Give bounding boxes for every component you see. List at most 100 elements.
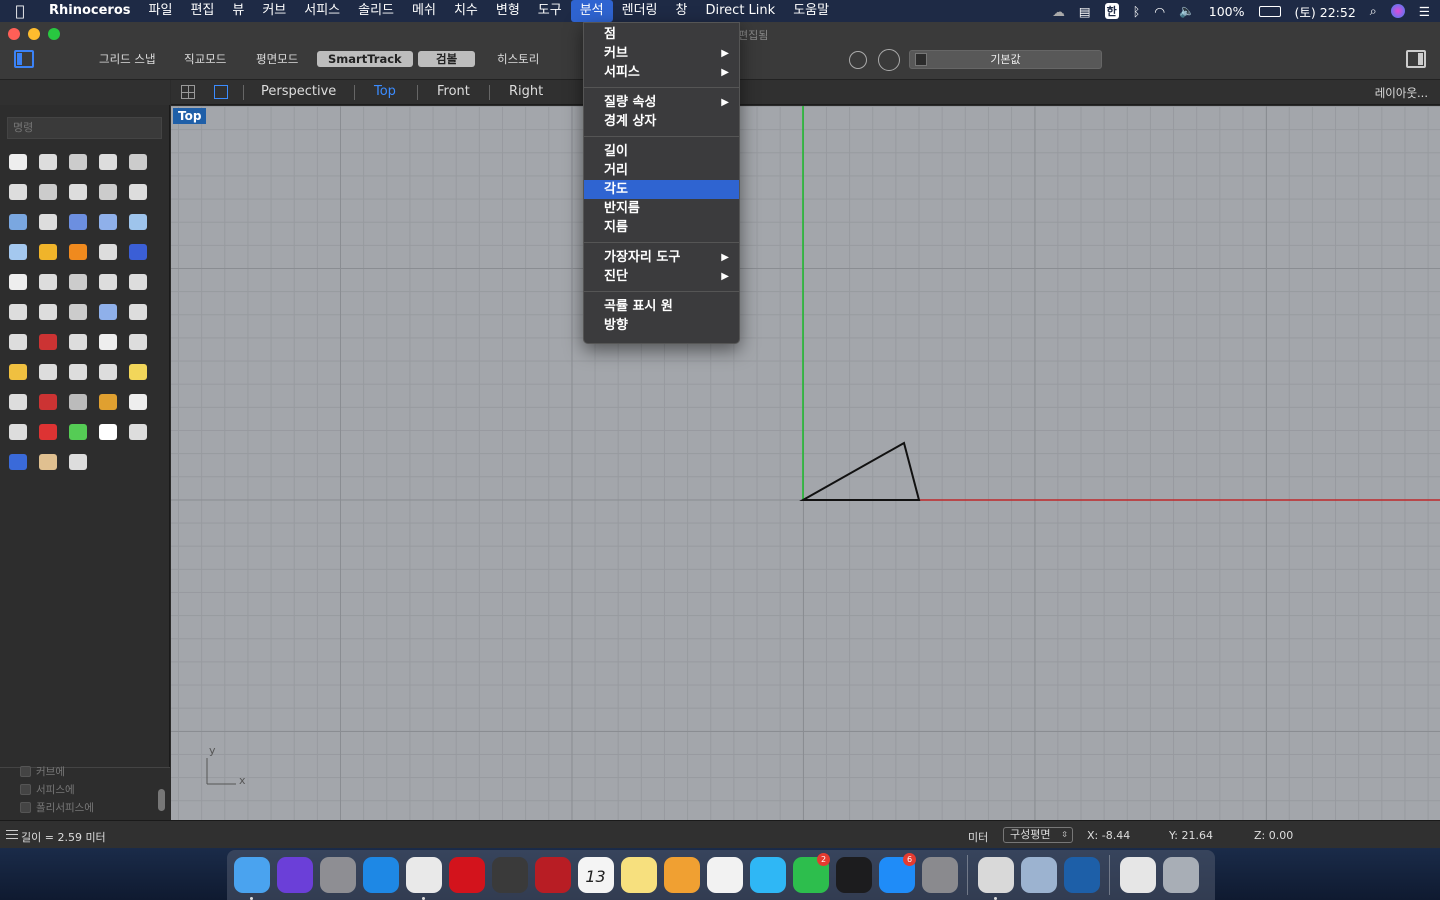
zoom-selected-icon[interactable] — [123, 357, 153, 387]
planar-toggle[interactable]: 평면모드 — [256, 51, 298, 67]
tab-right[interactable]: Right — [509, 84, 543, 99]
input-method-indicator[interactable]: 한 — [1104, 3, 1119, 19]
cylinder-icon[interactable] — [123, 207, 153, 237]
smarttrack-toggle[interactable]: SmartTrack — [317, 51, 413, 67]
filter-polysurfaces[interactable]: 폴리서피스에 — [20, 800, 94, 815]
layout-button[interactable]: 레이아웃... — [1375, 85, 1428, 101]
menu-item-10[interactable]: 도구 — [529, 0, 571, 22]
group-icon[interactable] — [3, 267, 33, 297]
notification-center-icon[interactable]: ☰ — [1419, 4, 1430, 19]
analyze-menu-item[interactable]: 곡률 표시 원 — [584, 297, 739, 316]
rect-plane-icon[interactable] — [63, 177, 93, 207]
analyze-menu-item[interactable]: 방향 — [584, 316, 739, 335]
dock-facetime-icon[interactable]: 2 — [789, 853, 832, 897]
dock-preview-icon[interactable] — [1017, 853, 1060, 897]
analyze-menu-item[interactable]: 질량 속성 ▶ — [584, 93, 739, 112]
dock-notes-icon[interactable] — [617, 853, 660, 897]
zoom-extents-icon[interactable] — [93, 357, 123, 387]
zoom-window-button[interactable] — [48, 28, 60, 40]
join-icon[interactable] — [123, 237, 153, 267]
menu-item-9[interactable]: 변형 — [487, 0, 529, 22]
dock-pages-icon[interactable] — [660, 853, 703, 897]
solid-icon[interactable] — [93, 297, 123, 327]
array-icon[interactable] — [33, 297, 63, 327]
polygon-icon[interactable] — [33, 177, 63, 207]
dock-finder-icon[interactable] — [230, 853, 273, 900]
analyze-menu-item[interactable]: 진단 ▶ — [584, 267, 739, 286]
dock-photos-icon[interactable] — [703, 853, 746, 897]
dock-quicktime-icon[interactable] — [1060, 853, 1103, 897]
transform-icon[interactable] — [63, 447, 93, 477]
plane-surface-icon[interactable] — [3, 237, 33, 267]
menu-item-11[interactable]: 분석 — [570, 0, 613, 22]
analyze-menu-item[interactable]: 반지름 — [584, 199, 739, 218]
dimension-icon[interactable] — [123, 297, 153, 327]
light-icon[interactable] — [123, 387, 153, 417]
tab-perspective[interactable]: Perspective — [261, 84, 336, 99]
creative-cloud-icon[interactable]: ☁ — [1052, 4, 1065, 19]
menu-item-14[interactable]: Direct Link — [697, 0, 785, 22]
trim-icon[interactable] — [63, 237, 93, 267]
paint-icon[interactable] — [3, 357, 33, 387]
dock-rhinoceros-icon[interactable] — [974, 853, 1017, 900]
grid-snap-toggle[interactable]: 그리드 스냅 — [99, 51, 156, 67]
battery-label[interactable]: 100% — [1209, 4, 1245, 19]
analyze-menu-item[interactable]: 경계 상자 — [584, 112, 739, 131]
loft-icon[interactable] — [33, 207, 63, 237]
menu-item-13[interactable]: 창 — [667, 0, 697, 22]
siri-icon[interactable] — [1390, 4, 1405, 18]
rotate-view-icon[interactable] — [3, 387, 33, 417]
analyze-menu-item[interactable]: 가장자리 도구 ▶ — [584, 248, 739, 267]
move-icon[interactable] — [3, 297, 33, 327]
analyze-menu-item[interactable]: 서피스 ▶ — [584, 63, 739, 82]
scale-icon[interactable] — [93, 267, 123, 297]
wifi-icon[interactable]: ◠ — [1154, 4, 1165, 19]
dock-documents-icon[interactable] — [1116, 853, 1159, 897]
explode-icon[interactable] — [33, 237, 63, 267]
arc-icon[interactable] — [93, 177, 123, 207]
filter-checkbox[interactable] — [20, 784, 31, 795]
filter-curves[interactable]: 커브에 — [20, 764, 65, 779]
close-window-button[interactable] — [8, 28, 20, 40]
filter-scrollbar[interactable] — [158, 789, 165, 811]
surface-icon[interactable] — [3, 207, 33, 237]
ortho-toggle[interactable]: 직교모드 — [184, 51, 226, 67]
analyze-menu-item[interactable]: 지름 — [584, 218, 739, 237]
search-icon[interactable]: ⌕ — [1370, 3, 1377, 19]
menu-item-15[interactable]: 도움말 — [784, 0, 838, 22]
polyline-icon[interactable] — [63, 147, 93, 177]
menu-item-5[interactable]: 서피스 — [295, 0, 349, 22]
dock-messages-icon[interactable] — [746, 853, 789, 897]
fillet-icon[interactable] — [123, 177, 153, 207]
apple-menu-icon[interactable]:  — [0, 2, 40, 20]
shield-icon[interactable] — [33, 417, 63, 447]
sphere-white-icon[interactable] — [93, 417, 123, 447]
menu-app[interactable]: Rhinoceros — [40, 0, 140, 22]
dock-photo-booth-icon[interactable] — [531, 853, 574, 897]
dock-calendar-icon[interactable]: 13 — [574, 853, 617, 897]
dock-system-preferences-icon[interactable] — [918, 853, 961, 897]
globe-icon[interactable] — [3, 447, 33, 477]
analyze-menu-item[interactable]: 길이 — [584, 142, 739, 161]
menu-item-8[interactable]: 치수 — [445, 0, 487, 22]
text-icon[interactable] — [123, 267, 153, 297]
menu-item-2[interactable]: 편집 — [181, 0, 223, 22]
menu-item-7[interactable]: 메쉬 — [403, 0, 445, 22]
zoom-icon[interactable] — [33, 357, 63, 387]
circle-icon[interactable] — [123, 147, 153, 177]
car-icon[interactable] — [33, 387, 63, 417]
dock-launchpad-icon[interactable] — [316, 853, 359, 897]
minimize-window-button[interactable] — [28, 28, 40, 40]
align-icon[interactable] — [33, 327, 63, 357]
mesh-icon[interactable] — [123, 327, 153, 357]
analyze-menu-item[interactable]: 커브 ▶ — [584, 44, 739, 63]
dock-safari-icon[interactable] — [359, 853, 402, 897]
paper-icon[interactable] — [63, 327, 93, 357]
ellipse-icon[interactable] — [3, 177, 33, 207]
boolean-icon[interactable] — [93, 207, 123, 237]
history-toggle[interactable]: 히스토리 — [497, 51, 539, 67]
four-viewports-icon[interactable] — [181, 85, 195, 99]
tab-top[interactable]: Top — [374, 84, 396, 99]
analyze-menu-item[interactable]: 거리 — [584, 161, 739, 180]
rotate-icon[interactable] — [63, 267, 93, 297]
